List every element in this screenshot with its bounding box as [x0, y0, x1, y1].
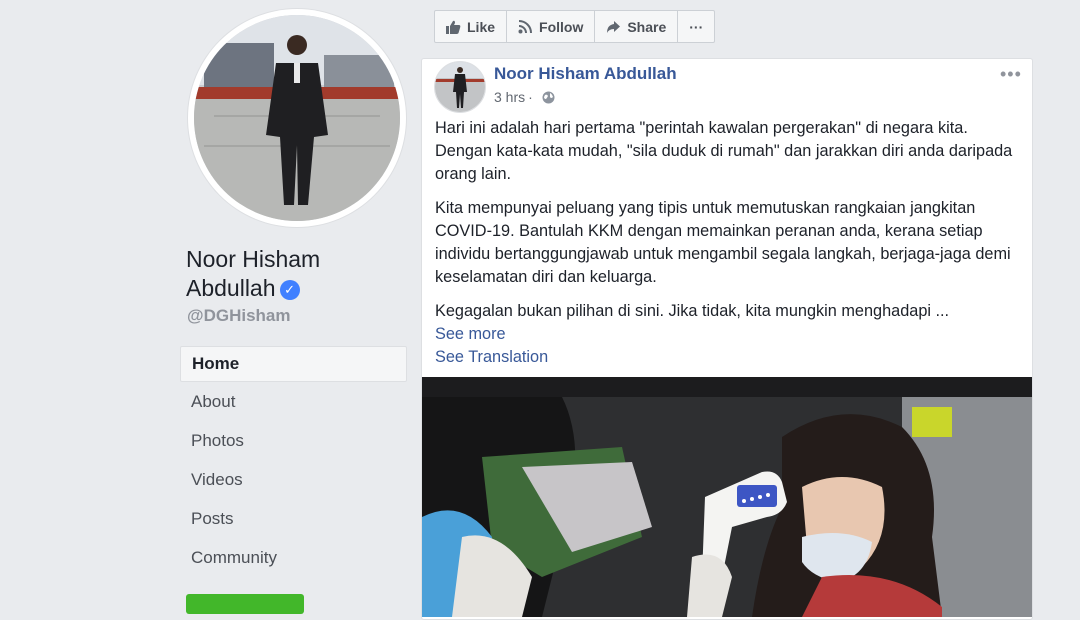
page-title-line1: Noor Hisham — [186, 246, 321, 272]
page-title: Noor Hisham Abdullah ✓ — [186, 245, 406, 303]
profile-photo-image — [194, 15, 400, 221]
page-nav: Home About Photos Videos Posts Community — [180, 346, 407, 579]
post-author-avatar[interactable] — [434, 61, 486, 113]
nav-item-videos[interactable]: Videos — [180, 462, 407, 501]
like-button[interactable]: Like — [435, 11, 508, 42]
post-options-icon[interactable]: ••• — [1000, 64, 1022, 85]
post-time-text[interactable]: 3 hrs — [494, 89, 525, 105]
create-page-button[interactable] — [186, 594, 304, 614]
rss-follow-icon — [518, 19, 533, 33]
post-timestamp: 3 hrs · — [494, 89, 555, 105]
share-button[interactable]: Share — [595, 11, 679, 42]
more-actions-button[interactable]: ··· — [678, 11, 714, 42]
post-paragraph: Hari ini adalah hari pertama "perintah k… — [435, 119, 1013, 183]
page-action-bar: Like Follow Share ··· — [434, 10, 716, 43]
nav-item-photos[interactable]: Photos — [180, 423, 407, 462]
more-dots-icon: ··· — [689, 18, 704, 35]
thumbs-up-icon — [446, 20, 461, 34]
post-author-name[interactable]: Noor Hisham Abdullah — [494, 64, 677, 84]
profile-photo[interactable] — [188, 9, 406, 227]
nav-item-community[interactable]: Community — [180, 540, 407, 579]
follow-button-label: Follow — [539, 18, 584, 35]
post-video[interactable] — [422, 377, 1032, 617]
post-card: Noor Hisham Abdullah 3 hrs · ••• Hari in… — [421, 58, 1033, 620]
globe-icon — [542, 91, 555, 103]
see-more-link[interactable]: See more — [435, 323, 1015, 346]
nav-item-about[interactable]: About — [180, 384, 407, 423]
video-thumbnail — [422, 377, 1032, 617]
nav-item-home[interactable]: Home — [180, 346, 407, 382]
follow-button[interactable]: Follow — [507, 11, 596, 42]
post-text: Hari ini adalah hari pertama "perintah k… — [435, 117, 1015, 369]
avatar-image — [435, 62, 485, 112]
like-button-label: Like — [467, 18, 496, 35]
share-button-label: Share — [627, 18, 667, 35]
page-title-line2: Abdullah — [186, 275, 276, 301]
share-arrow-icon — [607, 20, 621, 33]
nav-item-posts[interactable]: Posts — [180, 501, 407, 540]
see-translation-link[interactable]: See Translation — [435, 346, 1015, 369]
post-paragraph: Kegagalan bukan pilihan di sini. Jika ti… — [435, 302, 950, 320]
page-handle[interactable]: @DGHisham — [187, 306, 291, 326]
verified-badge-icon: ✓ — [279, 280, 300, 300]
post-paragraph: Kita mempunyai peluang yang tipis untuk … — [435, 199, 1011, 286]
post-time-separator: · — [528, 89, 533, 105]
